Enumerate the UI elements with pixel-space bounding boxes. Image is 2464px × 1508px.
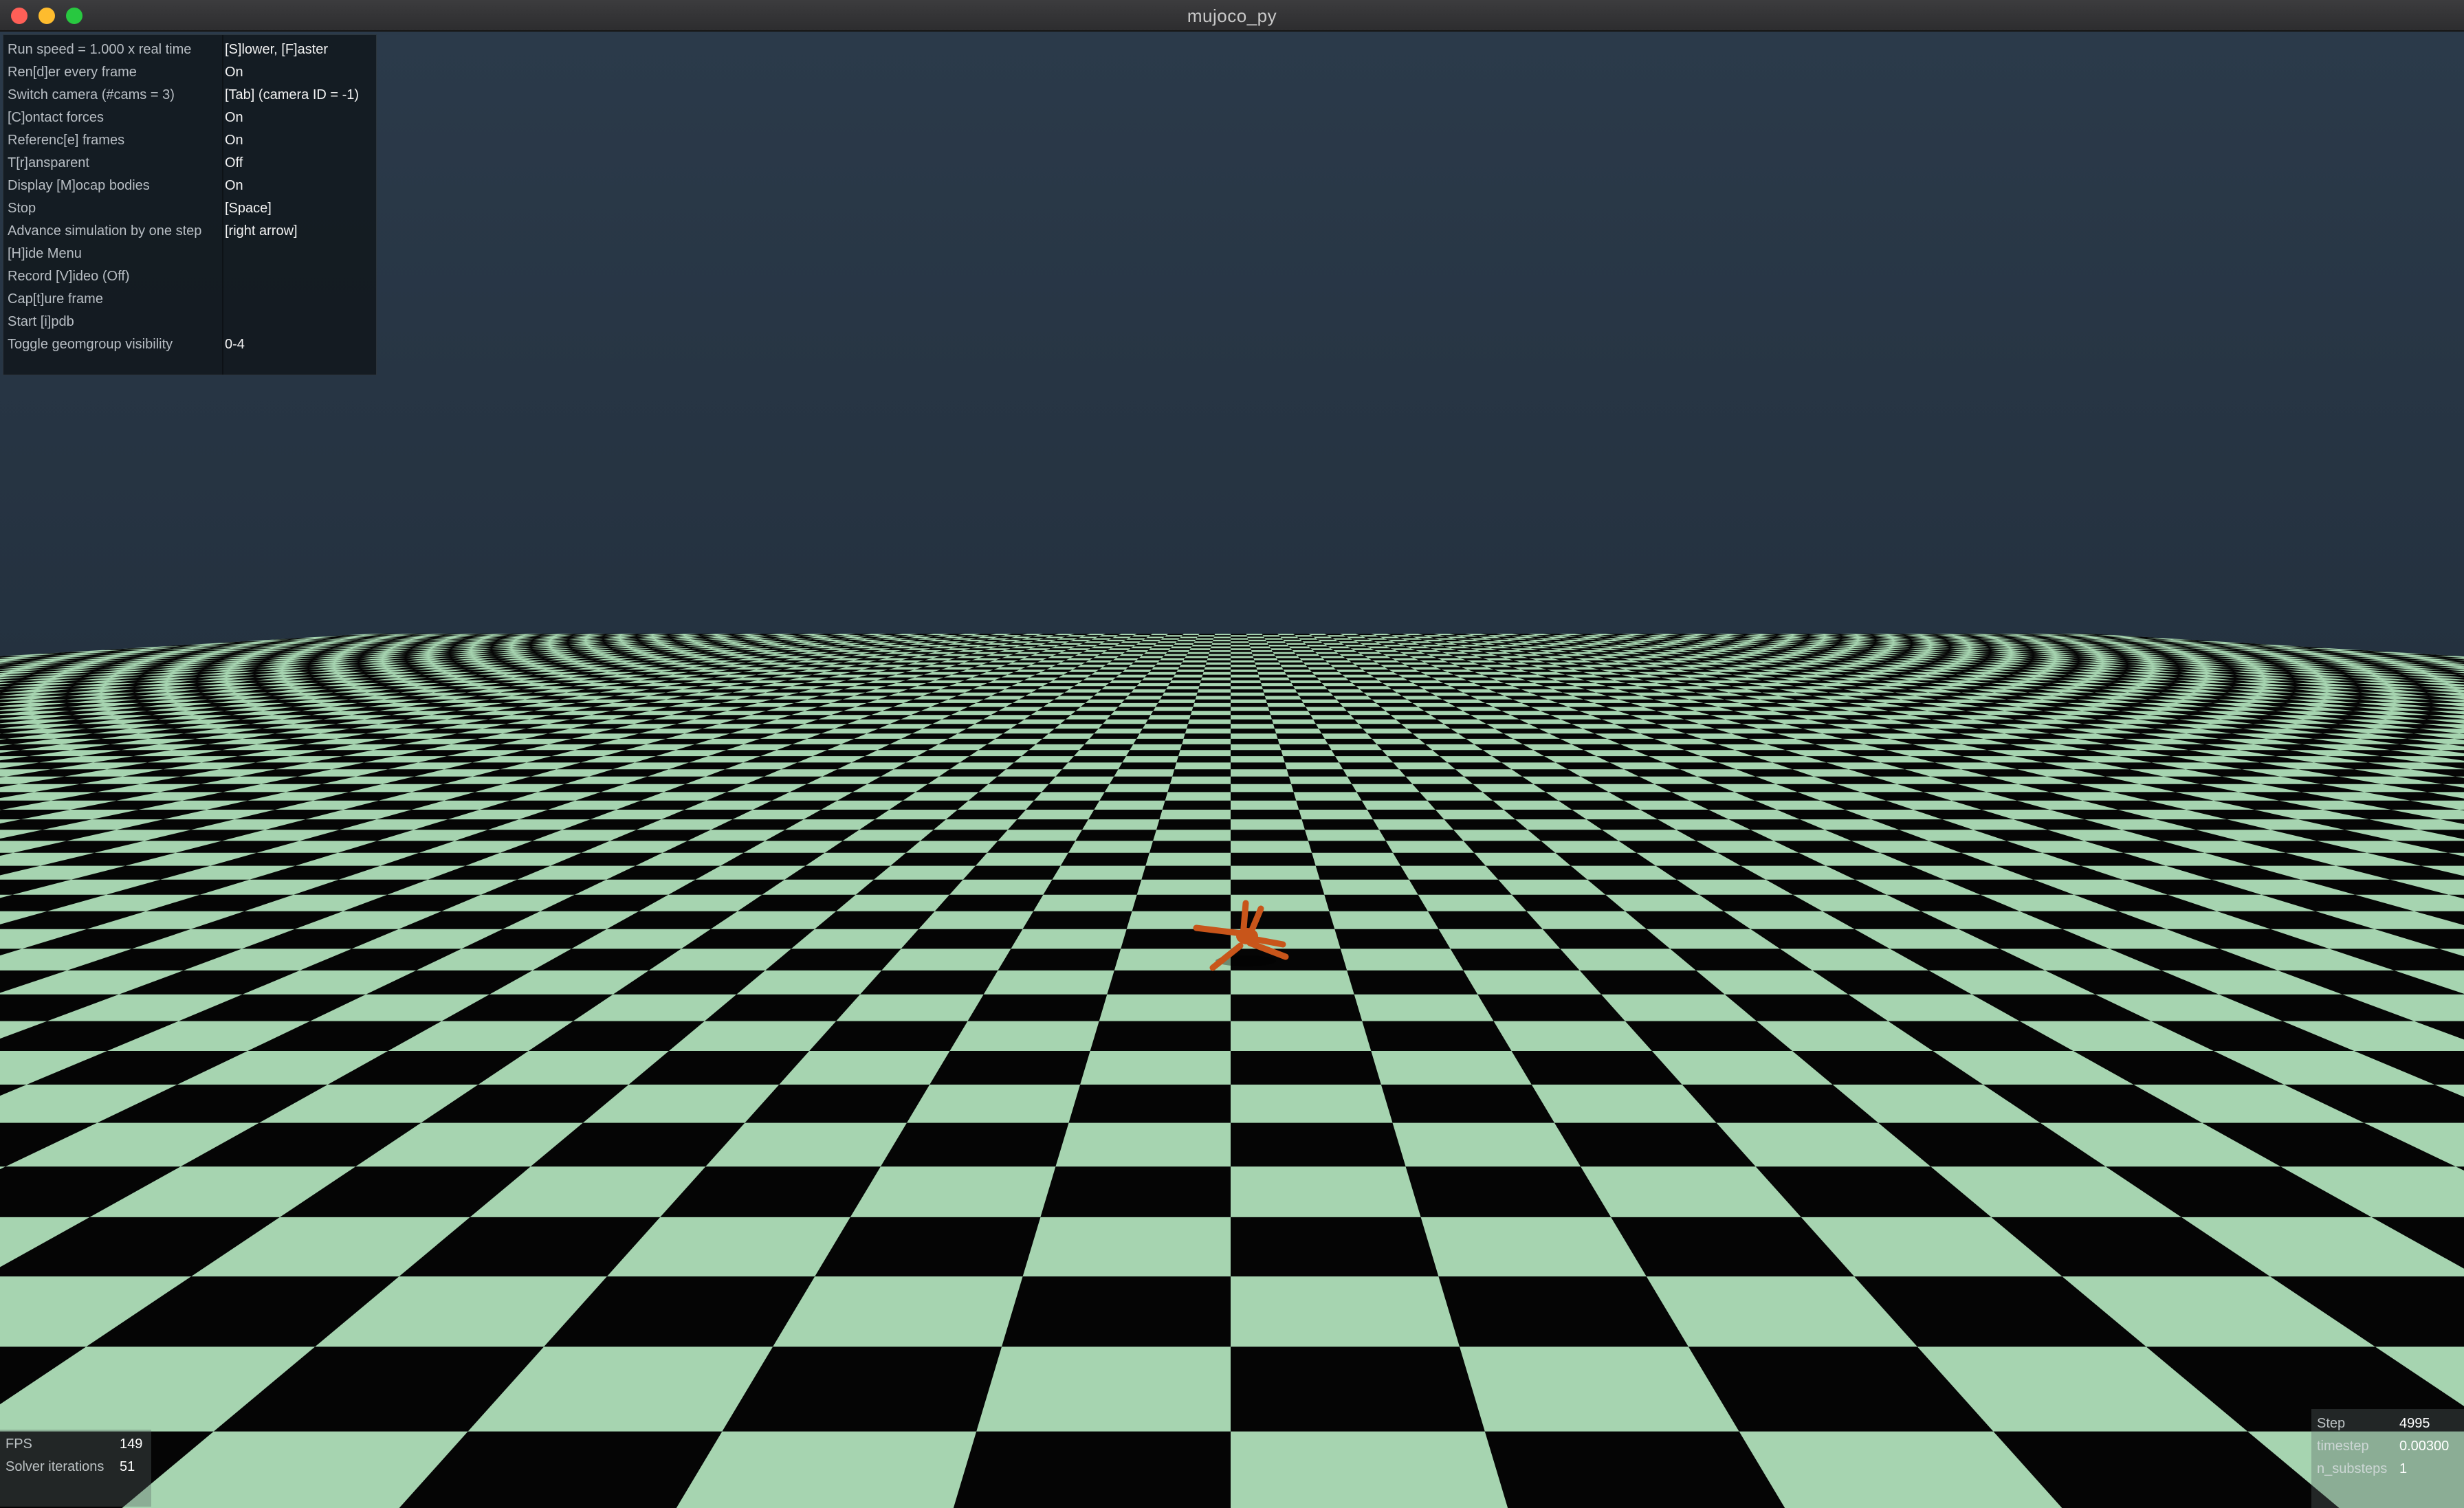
ant-torso: [1236, 928, 1258, 944]
menu-row: Record [V]ideo (Off): [3, 266, 376, 289]
menu-item-label: Start [i]pdb: [8, 314, 74, 329]
menu-item-label: Run speed = 1.000 x real time: [8, 42, 192, 57]
stat-label: timestep: [2317, 1439, 2369, 1454]
menu-item-label: Referenc[e] frames: [8, 133, 125, 148]
stat-row: Step 4995: [2311, 1413, 2464, 1436]
stat-label: Step: [2317, 1416, 2346, 1431]
mujoco-window: mujoco_py Run speed = 1.000 x real time […: [0, 0, 2464, 1508]
menu-row: Ren[d]er every frame On: [3, 62, 376, 85]
title-bar[interactable]: mujoco_py: [0, 0, 2464, 32]
stat-value: 4995: [2399, 1416, 2430, 1431]
window-title: mujoco_py: [1187, 5, 1277, 26]
stat-value: 149: [120, 1437, 143, 1452]
menu-item-label: Record [V]ideo (Off): [8, 269, 130, 284]
menu-row: Advance simulation by one step [right arr…: [3, 221, 376, 243]
menu-row: Switch camera (#cams = 3) [Tab] (camera I…: [3, 85, 376, 107]
menu-item-value: On: [225, 65, 243, 80]
menu-item-value: [S]lower, [F]aster: [225, 42, 329, 57]
stat-value: 51: [120, 1459, 135, 1474]
stats-panel-right: Step 4995 timestep 0.00300 n_substeps 1: [2311, 1409, 2464, 1508]
checkered-floor: [0, 634, 2464, 1508]
menu-item-label: [H]ide Menu: [8, 246, 82, 261]
menu-item-value: On: [225, 133, 243, 148]
stat-value: 0.00300: [2399, 1439, 2450, 1454]
stat-row: Solver iterations 51: [0, 1456, 151, 1479]
menu-item-label: Stop: [8, 201, 36, 216]
menu-item-label: T[r]ansparent: [8, 155, 89, 170]
menu-row: Display [M]ocap bodies On: [3, 175, 376, 198]
stat-label: n_substeps: [2317, 1461, 2388, 1476]
menu-item-label: Advance simulation by one step: [8, 223, 202, 239]
menu-row: T[r]ansparent Off: [3, 153, 376, 175]
menu-item-label: Switch camera (#cams = 3): [8, 87, 175, 102]
menu-item-label: Ren[d]er every frame: [8, 65, 137, 80]
menu-item-label: [C]ontact forces: [8, 110, 104, 125]
menu-row: Toggle geomgroup visibility 0-4: [3, 334, 376, 357]
stat-label: FPS: [6, 1437, 32, 1452]
menu-item-value: [Space]: [225, 201, 272, 216]
menu-row: [C]ontact forces On: [3, 107, 376, 130]
stat-row: timestep 0.00300: [2311, 1436, 2464, 1459]
menu-row: Stop [Space]: [3, 198, 376, 221]
menu-row: Referenc[e] frames On: [3, 130, 376, 153]
stat-row: n_substeps 1: [2311, 1459, 2464, 1481]
stat-label: Solver iterations: [6, 1459, 104, 1474]
menu-item-label: Toggle geomgroup visibility: [8, 337, 173, 352]
menu-item-value: On: [225, 178, 243, 193]
stat-row: FPS 149: [0, 1434, 151, 1456]
menu-item-label: Display [M]ocap bodies: [8, 178, 150, 193]
help-menu-panel: Run speed = 1.000 x real time [S]lower, […: [3, 34, 377, 375]
menu-item-value: 0-4: [225, 337, 245, 352]
menu-row: Run speed = 1.000 x real time [S]lower, […: [3, 39, 376, 62]
menu-item-value: On: [225, 110, 243, 125]
stats-panel-left: FPS 149 Solver iterations 51: [0, 1430, 151, 1507]
menu-item-value: Off: [225, 155, 243, 170]
menu-row: Cap[t]ure frame: [3, 289, 376, 311]
menu-item-value: [Tab] (camera ID = -1): [225, 87, 360, 102]
menu-row: [H]ide Menu: [3, 243, 376, 266]
menu-item-label: Cap[t]ure frame: [8, 291, 103, 307]
menu-row: Start [i]pdb: [3, 311, 376, 334]
stat-value: 1: [2399, 1461, 2408, 1476]
menu-item-value: [right arrow]: [225, 223, 298, 239]
